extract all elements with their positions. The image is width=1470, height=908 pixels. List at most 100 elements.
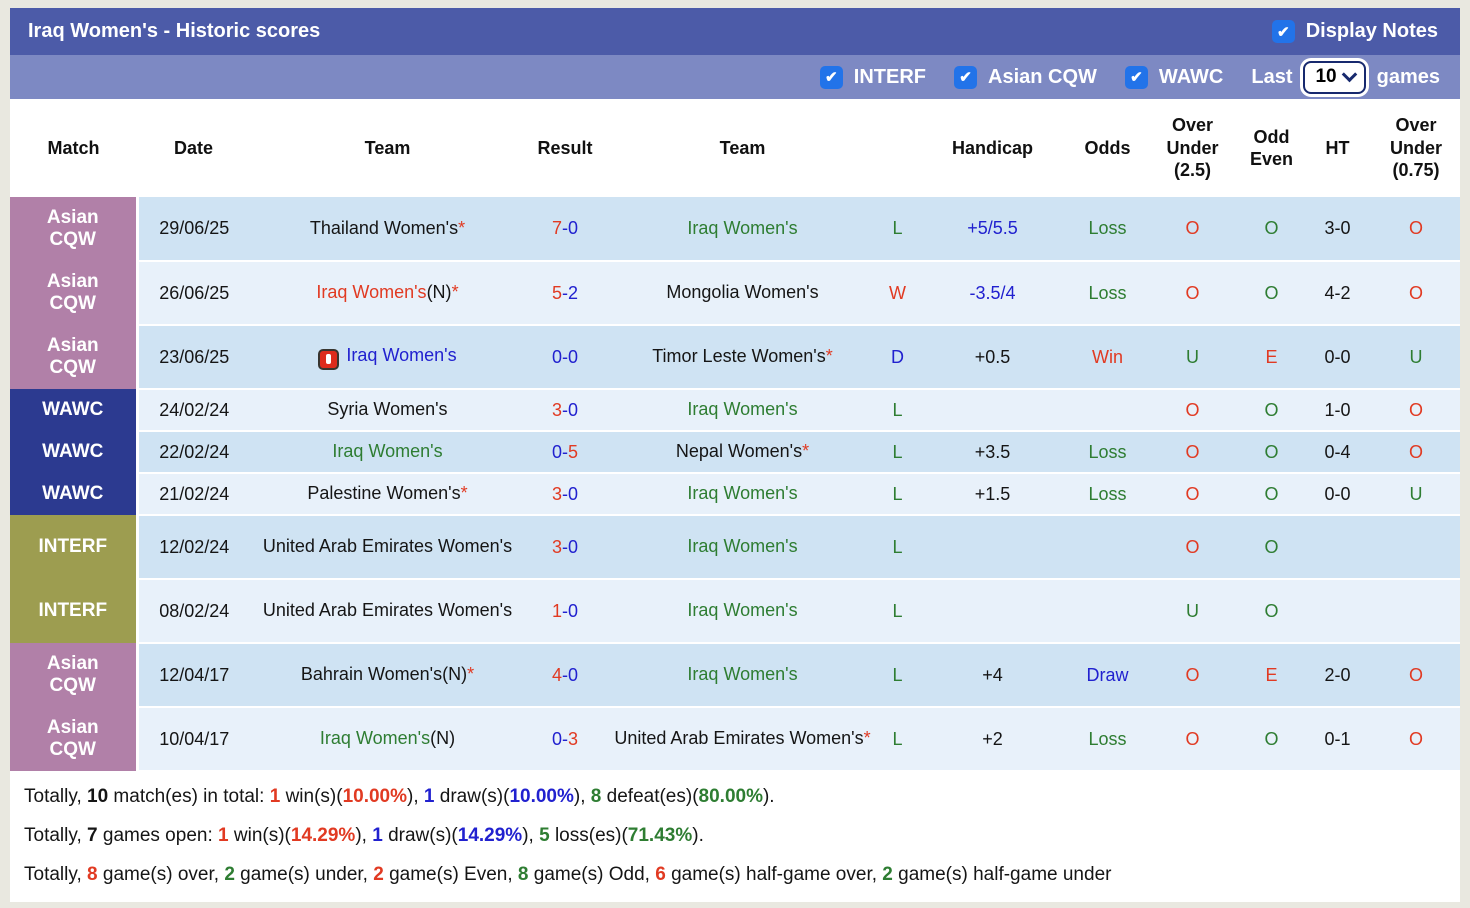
home-team-cell: Thailand Women's* xyxy=(250,197,525,261)
table-row: Asian CQW12/04/17Bahrain Women's(N)*4-0I… xyxy=(10,643,1460,707)
ht-cell: 0-0 xyxy=(1303,473,1372,515)
handicap-cell: +1.5 xyxy=(915,473,1070,515)
odds-cell: Loss xyxy=(1070,431,1145,473)
asian-cqw-label: Asian CQW xyxy=(988,66,1097,89)
wld-cell: L xyxy=(880,197,915,261)
date-cell: 24/02/24 xyxy=(137,389,250,431)
odds-cell: Loss xyxy=(1070,197,1145,261)
over-under-075-cell: O xyxy=(1372,389,1460,431)
display-notes-checkbox[interactable] xyxy=(1272,20,1295,43)
table-row: INTERF08/02/24United Arab Emirates Women… xyxy=(10,579,1460,643)
odd-even-cell: O xyxy=(1240,515,1303,579)
odds-cell xyxy=(1070,579,1145,643)
last-games-select[interactable]: 10 xyxy=(1303,61,1365,94)
result-cell: 3-0 xyxy=(525,473,605,515)
odd-even-cell: O xyxy=(1240,707,1303,771)
home-team-cell: Iraq Women's(N) xyxy=(250,707,525,771)
result-cell: 0-3 xyxy=(525,707,605,771)
odd-even-cell: O xyxy=(1240,579,1303,643)
last-games-control: Last 10 games xyxy=(1251,61,1440,94)
ht-cell: 0-1 xyxy=(1303,707,1372,771)
col-wld xyxy=(880,99,915,197)
date-cell: 10/04/17 xyxy=(137,707,250,771)
interf-checkbox[interactable] xyxy=(820,66,843,89)
ht-cell: 0-4 xyxy=(1303,431,1372,473)
ht-cell: 2-0 xyxy=(1303,643,1372,707)
over-under-25-cell: O xyxy=(1145,643,1240,707)
over-under-075-cell: O xyxy=(1372,261,1460,325)
interf-label: INTERF xyxy=(854,66,926,89)
over-under-075-cell: U xyxy=(1372,473,1460,515)
wawc-checkbox[interactable] xyxy=(1125,66,1148,89)
over-under-075-cell: O xyxy=(1372,707,1460,771)
match-competition-cell: Asian CQW xyxy=(10,325,137,389)
odd-even-cell: O xyxy=(1240,389,1303,431)
away-team-cell: United Arab Emirates Women's* xyxy=(605,707,880,771)
games-label: games xyxy=(1377,66,1440,89)
date-cell: 22/02/24 xyxy=(137,431,250,473)
match-competition-cell: INTERF xyxy=(10,515,137,579)
over-under-075-cell: U xyxy=(1372,325,1460,389)
table-row: INTERF12/02/24United Arab Emirates Women… xyxy=(10,515,1460,579)
handicap-cell: +4 xyxy=(915,643,1070,707)
handicap-cell xyxy=(915,389,1070,431)
last-games-value: 10 xyxy=(1315,66,1336,88)
odd-even-cell: O xyxy=(1240,261,1303,325)
handicap-cell: +5/5.5 xyxy=(915,197,1070,261)
handicap-cell xyxy=(915,515,1070,579)
wld-cell: L xyxy=(880,473,915,515)
result-cell: 0-0 xyxy=(525,325,605,389)
col-handicap: Handicap xyxy=(915,99,1070,197)
result-cell: 3-0 xyxy=(525,389,605,431)
over-under-075-cell: O xyxy=(1372,197,1460,261)
history-table-body: Asian CQW29/06/25Thailand Women's*7-0Ira… xyxy=(10,197,1460,771)
summary-line: Totally, 10 match(es) in total: 1 win(s)… xyxy=(24,777,1460,816)
home-team-cell: Bahrain Women's(N)* xyxy=(250,643,525,707)
ht-cell xyxy=(1303,515,1372,579)
over-under-25-cell: O xyxy=(1145,389,1240,431)
col-match: Match xyxy=(10,99,137,197)
col-away-team: Team xyxy=(605,99,880,197)
match-competition-cell: WAWC xyxy=(10,389,137,431)
asian-cqw-checkbox[interactable] xyxy=(954,66,977,89)
ht-cell: 3-0 xyxy=(1303,197,1372,261)
date-cell: 26/06/25 xyxy=(137,261,250,325)
date-cell: 12/02/24 xyxy=(137,515,250,579)
over-under-25-cell: U xyxy=(1145,579,1240,643)
odds-cell: Loss xyxy=(1070,473,1145,515)
result-cell: 0-5 xyxy=(525,431,605,473)
handicap-cell xyxy=(915,579,1070,643)
wld-cell: L xyxy=(880,515,915,579)
home-team-cell: Iraq Women's xyxy=(250,431,525,473)
result-cell: 4-0 xyxy=(525,643,605,707)
match-competition-cell: Asian CQW xyxy=(10,707,137,771)
date-cell: 21/02/24 xyxy=(137,473,250,515)
summary-line: Totally, 7 games open: 1 win(s)(14.29%),… xyxy=(24,816,1460,855)
odd-even-cell: O xyxy=(1240,473,1303,515)
table-row: Asian CQW10/04/17Iraq Women's(N)0-3Unite… xyxy=(10,707,1460,771)
match-competition-cell: INTERF xyxy=(10,579,137,643)
ht-cell: 0-0 xyxy=(1303,325,1372,389)
wld-cell: L xyxy=(880,389,915,431)
home-team-cell: United Arab Emirates Women's xyxy=(250,515,525,579)
wld-cell: L xyxy=(880,431,915,473)
over-under-075-cell xyxy=(1372,515,1460,579)
table-row: WAWC24/02/24Syria Women's3-0Iraq Women's… xyxy=(10,389,1460,431)
away-team-cell: Timor Leste Women's* xyxy=(605,325,880,389)
display-notes-control: Display Notes xyxy=(1272,20,1438,43)
odds-cell: Loss xyxy=(1070,707,1145,771)
result-cell: 1-0 xyxy=(525,579,605,643)
home-team-cell: Syria Women's xyxy=(250,389,525,431)
odds-cell xyxy=(1070,389,1145,431)
wld-cell: L xyxy=(880,707,915,771)
col-odds: Odds xyxy=(1070,99,1145,197)
red-card-icon xyxy=(318,349,339,370)
handicap-cell: -3.5/4 xyxy=(915,261,1070,325)
match-competition-cell: WAWC xyxy=(10,431,137,473)
match-competition-cell: Asian CQW xyxy=(10,643,137,707)
table-row: Asian CQW29/06/25Thailand Women's*7-0Ira… xyxy=(10,197,1460,261)
away-team-cell: Iraq Women's xyxy=(605,197,880,261)
result-cell: 5-2 xyxy=(525,261,605,325)
match-competition-cell: Asian CQW xyxy=(10,197,137,261)
chevron-down-icon xyxy=(1341,67,1357,83)
